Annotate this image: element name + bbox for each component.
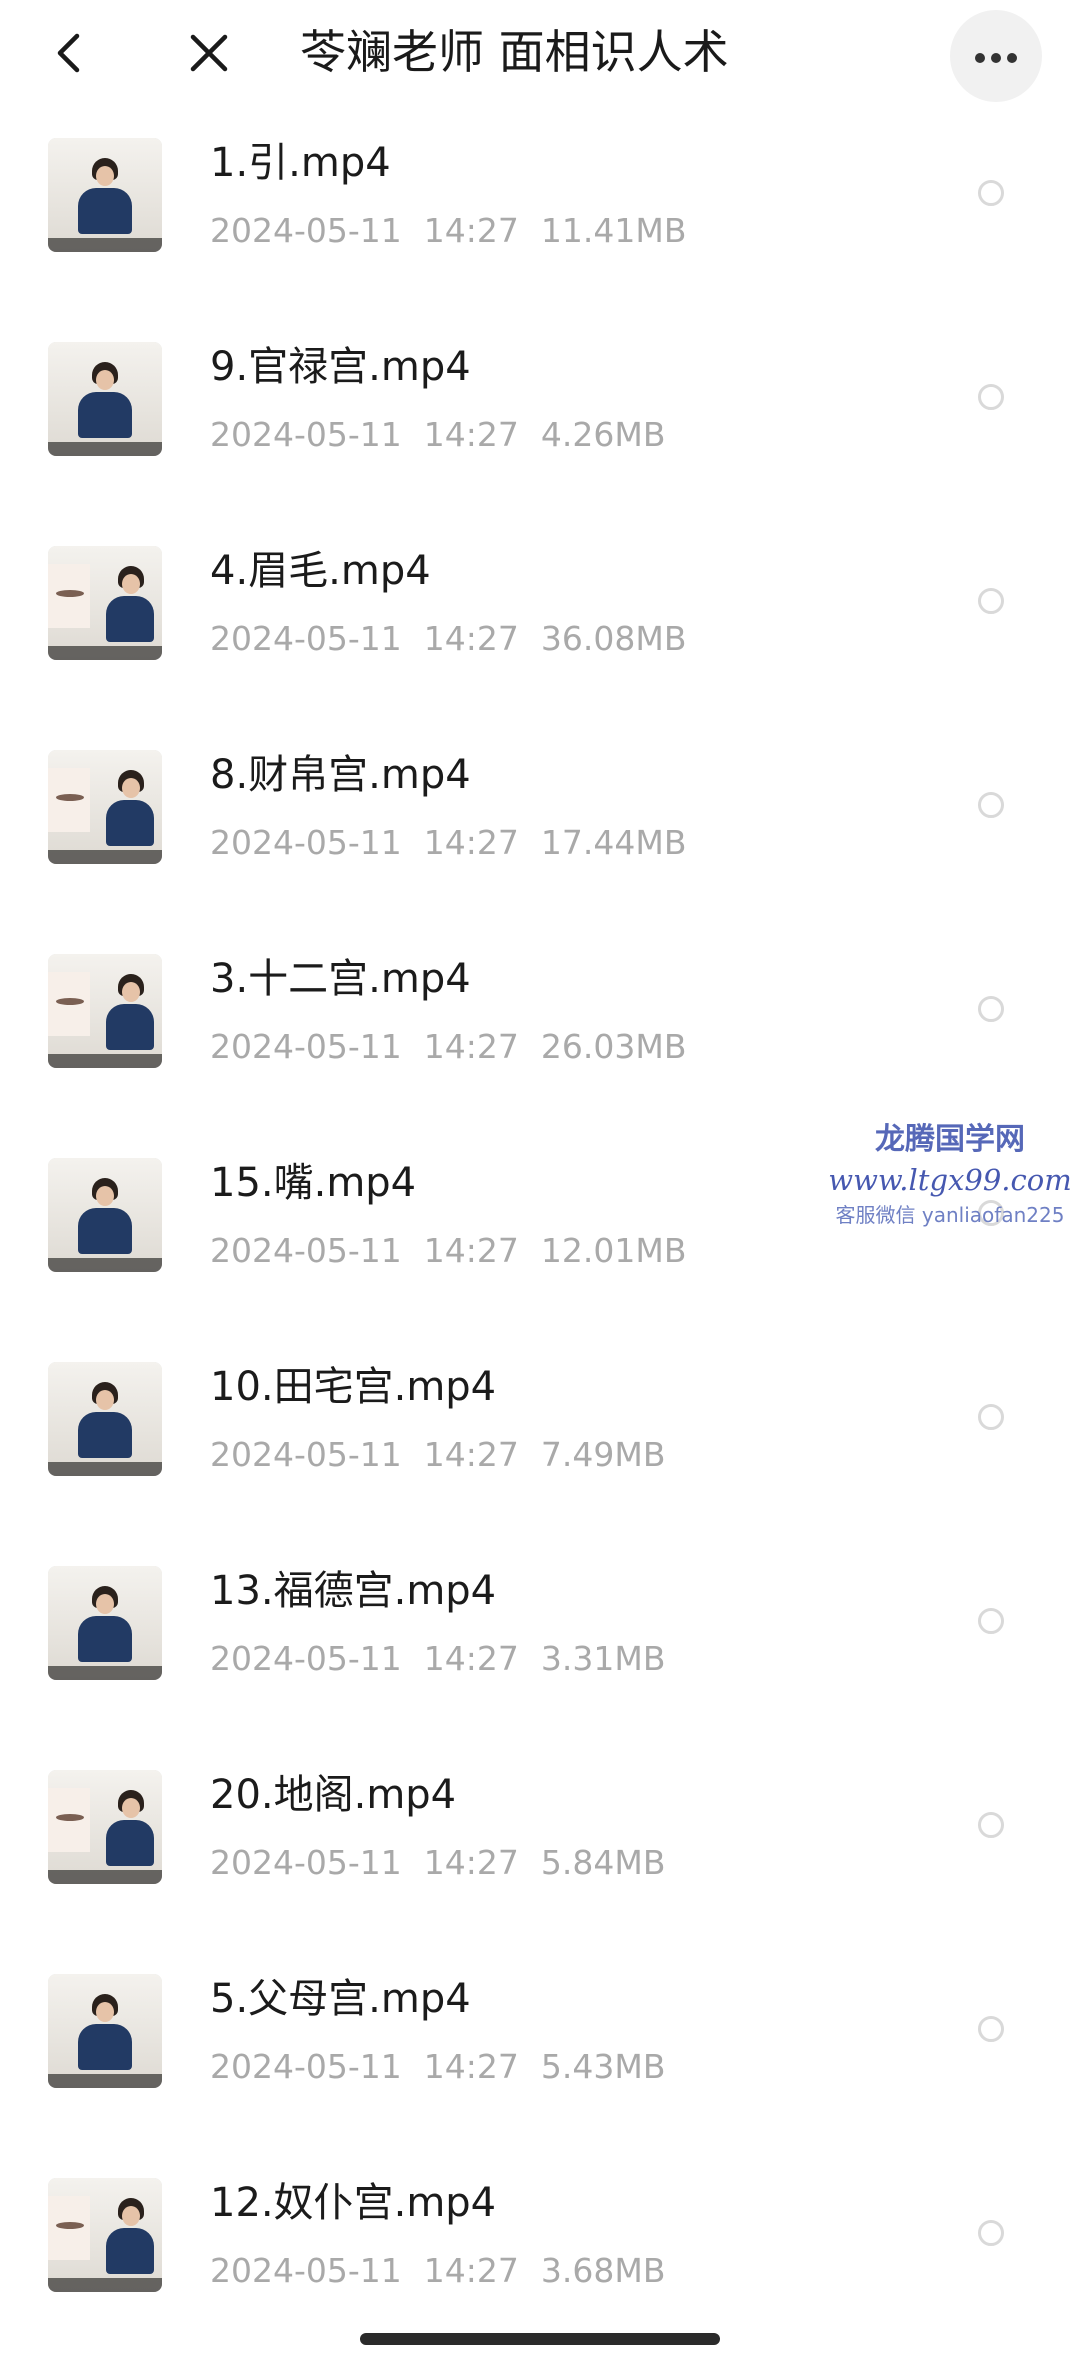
file-meta: 2024-05-11 14:27 7.49MB <box>210 1430 687 1480</box>
file-time: 14:27 <box>423 619 519 658</box>
file-date: 2024-05-11 <box>210 211 402 250</box>
file-row[interactable]: 8.财帛宫.mp4 2024-05-11 14:27 17.44MB <box>0 740 1080 944</box>
file-time: 14:27 <box>423 1639 519 1678</box>
file-meta: 2024-05-11 14:27 5.43MB <box>210 2042 687 2092</box>
file-meta: 2024-05-11 14:27 5.84MB <box>210 1838 687 1888</box>
more-options-button[interactable] <box>950 10 1042 102</box>
select-radio[interactable] <box>978 588 1004 614</box>
file-time: 14:27 <box>423 823 519 862</box>
file-list: 1.引.mp4 2024-05-11 14:27 11.41MB 9.官禄宫.mp4… <box>0 128 1080 2372</box>
file-time: 14:27 <box>423 2251 519 2290</box>
more-horizontal-icon <box>975 53 985 63</box>
file-size: 4.26MB <box>540 415 666 454</box>
video-thumbnail <box>48 342 162 456</box>
video-thumbnail <box>48 1362 162 1476</box>
file-date: 2024-05-11 <box>210 1843 402 1882</box>
video-thumbnail <box>48 1974 162 2088</box>
video-thumbnail <box>48 1158 162 1272</box>
file-meta: 2024-05-11 14:27 17.44MB <box>210 818 708 868</box>
file-name: 3.十二宫.mp4 <box>210 956 471 1002</box>
select-radio[interactable] <box>978 1404 1004 1430</box>
file-date: 2024-05-11 <box>210 1435 402 1474</box>
file-time: 14:27 <box>423 415 519 454</box>
file-row[interactable]: 10.田宅宫.mp4 2024-05-11 14:27 7.49MB <box>0 1352 1080 1556</box>
file-meta: 2024-05-11 14:27 3.31MB <box>210 1634 687 1684</box>
top-bar: 苓斓老师 面相识人术 <box>0 0 1080 120</box>
file-date: 2024-05-11 <box>210 1027 402 1066</box>
file-name: 15.嘴.mp4 <box>210 1160 417 1206</box>
file-date: 2024-05-11 <box>210 1639 402 1678</box>
select-radio[interactable] <box>978 384 1004 410</box>
select-radio[interactable] <box>978 792 1004 818</box>
file-size: 12.01MB <box>540 1231 687 1270</box>
file-name: 13.福德宫.mp4 <box>210 1568 497 1614</box>
chevron-left-icon[interactable] <box>46 28 96 78</box>
file-size: 3.68MB <box>540 2251 666 2290</box>
file-time: 14:27 <box>423 2047 519 2086</box>
file-size: 5.84MB <box>540 1843 666 1882</box>
file-date: 2024-05-11 <box>210 2251 402 2290</box>
file-row[interactable]: 20.地阁.mp4 2024-05-11 14:27 5.84MB <box>0 1760 1080 1964</box>
home-indicator[interactable] <box>360 2333 720 2345</box>
file-meta: 2024-05-11 14:27 11.41MB <box>210 206 708 256</box>
file-size: 7.49MB <box>540 1435 666 1474</box>
select-radio[interactable] <box>978 1608 1004 1634</box>
file-row[interactable]: 3.十二宫.mp4 2024-05-11 14:27 26.03MB <box>0 944 1080 1148</box>
file-row[interactable]: 1.引.mp4 2024-05-11 14:27 11.41MB <box>0 128 1080 332</box>
video-thumbnail <box>48 138 162 252</box>
file-size: 26.03MB <box>540 1027 687 1066</box>
file-size: 11.41MB <box>540 211 687 250</box>
file-meta: 2024-05-11 14:27 4.26MB <box>210 410 687 460</box>
watermark-url: www.ltgx99.com <box>828 1163 1072 1197</box>
file-name: 5.父母宫.mp4 <box>210 1976 471 2022</box>
select-radio[interactable] <box>978 996 1004 1022</box>
video-thumbnail <box>48 954 162 1068</box>
file-meta: 2024-05-11 14:27 12.01MB <box>210 1226 708 1276</box>
file-size: 36.08MB <box>540 619 687 658</box>
file-date: 2024-05-11 <box>210 2047 402 2086</box>
file-name: 4.眉毛.mp4 <box>210 548 431 594</box>
file-time: 14:27 <box>423 1843 519 1882</box>
file-name: 8.财帛宫.mp4 <box>210 752 471 798</box>
select-radio[interactable] <box>978 1812 1004 1838</box>
file-row[interactable]: 9.官禄宫.mp4 2024-05-11 14:27 4.26MB <box>0 332 1080 536</box>
file-row[interactable]: 4.眉毛.mp4 2024-05-11 14:27 36.08MB <box>0 536 1080 740</box>
file-date: 2024-05-11 <box>210 619 402 658</box>
file-date: 2024-05-11 <box>210 415 402 454</box>
file-date: 2024-05-11 <box>210 1231 402 1270</box>
watermark-title: 龙腾国学网 <box>875 1122 1025 1157</box>
file-name: 1.引.mp4 <box>210 140 391 186</box>
file-time: 14:27 <box>423 1027 519 1066</box>
file-name: 10.田宅宫.mp4 <box>210 1364 497 1410</box>
file-time: 14:27 <box>423 1435 519 1474</box>
file-size: 5.43MB <box>540 2047 666 2086</box>
video-thumbnail <box>48 750 162 864</box>
file-row[interactable]: 5.父母宫.mp4 2024-05-11 14:27 5.43MB <box>0 1964 1080 2168</box>
file-size: 3.31MB <box>540 1639 666 1678</box>
file-name: 20.地阁.mp4 <box>210 1772 457 1818</box>
video-thumbnail <box>48 2178 162 2292</box>
video-thumbnail <box>48 1770 162 1884</box>
select-radio[interactable] <box>978 180 1004 206</box>
file-meta: 2024-05-11 14:27 36.08MB <box>210 614 708 664</box>
file-time: 14:27 <box>423 1231 519 1270</box>
file-meta: 2024-05-11 14:27 26.03MB <box>210 1022 708 1072</box>
watermark: 龙腾国学网 www.ltgx99.com 客服微信 yanliaofan225 <box>820 1120 1080 1230</box>
file-time: 14:27 <box>423 211 519 250</box>
file-date: 2024-05-11 <box>210 823 402 862</box>
select-radio[interactable] <box>978 2016 1004 2042</box>
file-name: 9.官禄宫.mp4 <box>210 344 471 390</box>
watermark-contact: 客服微信 yanliaofan225 <box>835 1203 1065 1227</box>
video-thumbnail <box>48 1566 162 1680</box>
file-name: 12.奴仆宫.mp4 <box>210 2180 497 2226</box>
file-meta: 2024-05-11 14:27 3.68MB <box>210 2246 687 2296</box>
file-size: 17.44MB <box>540 823 687 862</box>
close-icon[interactable] <box>184 28 234 78</box>
video-thumbnail <box>48 546 162 660</box>
page-title: 苓斓老师 面相识人术 <box>300 25 729 79</box>
file-row[interactable]: 13.福德宫.mp4 2024-05-11 14:27 3.31MB <box>0 1556 1080 1760</box>
select-radio[interactable] <box>978 2220 1004 2246</box>
